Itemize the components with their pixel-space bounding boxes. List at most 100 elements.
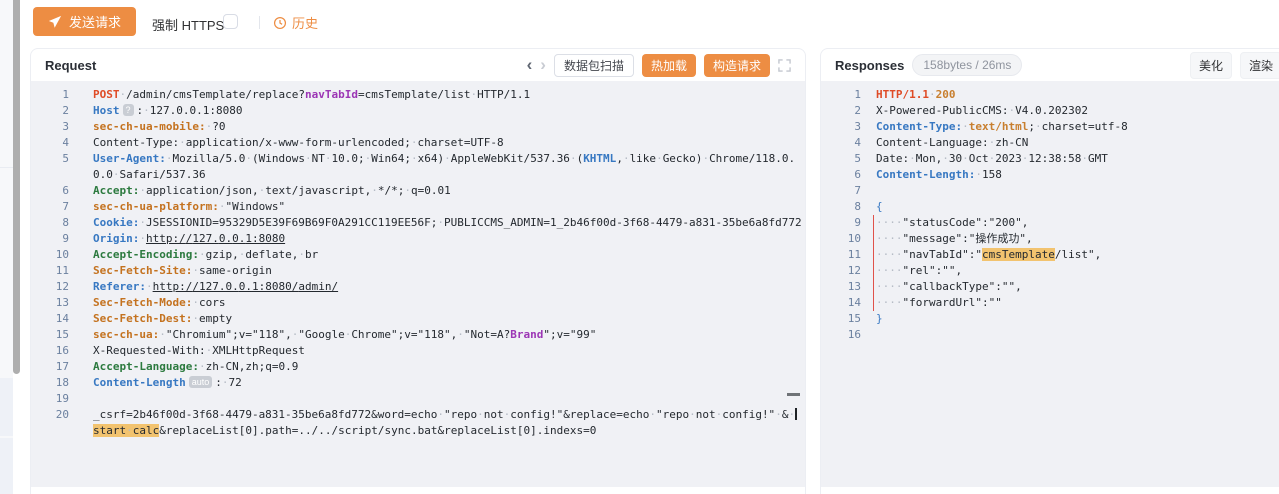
line-content: ····"forwardUrl":"" (876, 295, 1279, 311)
request-panel: Request ‹ › 数据包扫描 热加载 构造请求 1POST·/admin/… (30, 48, 806, 494)
whitespace-dot: · (775, 408, 782, 421)
line-content: Content-Lengthauto:·72 (93, 375, 802, 391)
line-number: 1 (31, 87, 69, 103)
line-content: Sec-Fetch-Site:·same-origin (93, 263, 802, 279)
response-line-15: 15} (821, 311, 1279, 327)
whitespace-dot: · (570, 152, 577, 165)
line-number: 15 (31, 327, 69, 343)
line-number: 11 (821, 247, 861, 263)
whitespace-dot: · (292, 328, 299, 341)
whitespace-dot: · (889, 264, 896, 277)
line-content: HTTP/1.1·200 (876, 87, 1279, 103)
response-panel: Responses 158bytes / 26ms 美化 渲染 1HTTP/1.… (820, 48, 1279, 494)
request-line-20: 20_csrf=2b46f00d-3f68-4479-a831-35be6a8f… (31, 407, 805, 439)
build-request-button[interactable]: 构造请求 (704, 54, 770, 77)
line-content: ····"message":"操作成功", (876, 231, 1279, 247)
whitespace-dot: · (649, 408, 656, 421)
request-line-19: 19 (31, 391, 805, 407)
whitespace-dot: · (411, 152, 418, 165)
packet-scan-button[interactable]: 数据包扫描 (554, 54, 634, 77)
request-line-16: 16X-Requested-With:·XMLHttpRequest (31, 343, 805, 359)
response-line-7: 7 (821, 183, 1279, 199)
code-segment: sec-ch-ua-mobile: (93, 120, 206, 133)
sidebar-scrollbar[interactable] (13, 0, 20, 374)
line-content: sec-ch-ua-platform:·"Windows" (93, 199, 802, 215)
fullscreen-icon[interactable] (778, 59, 791, 72)
toolbar: 发送请求 强制 HTTPS 历史 (30, 0, 1279, 46)
line-number: 19 (31, 391, 69, 407)
send-request-button[interactable]: 发送请求 (33, 7, 136, 36)
whitespace-dot: · (305, 152, 312, 165)
whitespace-dot: · (909, 152, 916, 165)
request-line-11: 11Sec-Fetch-Site:·same-origin (31, 263, 805, 279)
render-button[interactable]: 渲染 (1240, 52, 1279, 79)
code-segment: ·empty (192, 312, 232, 325)
request-line-8: 8Cookie:·JSESSIONID=95329D5E39F69B69F0A2… (31, 215, 805, 231)
inline-badge: ? (123, 104, 134, 116)
line-content: ····"callbackType":"", (876, 279, 1279, 295)
response-panel-header: Responses 158bytes / 26ms 美化 渲染 (821, 49, 1279, 81)
code-segment: · (962, 120, 969, 133)
force-https-checkbox[interactable] (223, 14, 238, 29)
code-segment: :·127.0.0.1:8080 (137, 104, 243, 117)
whitespace-dot: · (477, 408, 484, 421)
response-line-9: 9····"statusCode":"200", (821, 215, 1279, 231)
whitespace-dot: · (989, 136, 996, 149)
line-content: _csrf=2b46f00d-3f68-4479-a831-35be6a8fd7… (93, 407, 802, 439)
response-meta-badge: 158bytes / 26ms (912, 54, 1022, 76)
code-segment: KHTML (583, 152, 616, 165)
whitespace-dot: · (1022, 152, 1029, 165)
line-content: Date:·Mon,·30·Oct·2023·12:38:58·GMT (876, 151, 1279, 167)
request-line-15: 15sec-ch-ua:·"Chromium";v="118",·"Google… (31, 327, 805, 343)
whitespace-dot: · (889, 216, 896, 229)
code-segment: } (876, 312, 883, 325)
line-number: 6 (31, 183, 69, 199)
whitespace-dot: · (896, 248, 903, 261)
code-segment: Referer: (93, 280, 146, 293)
chevron-right-icon[interactable]: › (540, 56, 546, 73)
response-line-16: 16 (821, 327, 1279, 343)
line-content (876, 183, 1279, 199)
whitespace-dot: · (889, 232, 896, 245)
whitespace-dot: · (146, 280, 153, 293)
request-scrollbar-thumb[interactable] (787, 393, 800, 396)
line-number: 10 (31, 247, 69, 263)
code-segment: ····"navTabId":" (876, 248, 982, 261)
whitespace-dot: · (896, 264, 903, 277)
line-content: Content-Type:·application/x-www-form-url… (93, 135, 802, 151)
code-segment: { (876, 200, 883, 213)
request-editor[interactable]: 1POST·/admin/cmsTemplate/replace?navTabI… (31, 81, 805, 487)
code-segment: ·"Windows" (219, 200, 285, 213)
response-editor[interactable]: 1HTTP/1.1·2002X-Powered-PublicCMS:·V4.0.… (821, 81, 1279, 487)
line-number: 9 (31, 231, 69, 247)
chevron-left-icon[interactable]: ‹ (527, 56, 533, 73)
code-segment: 200 (936, 88, 956, 101)
line-content: Cookie:·JSESSIONID=95329D5E39F69B69F0A29… (93, 215, 802, 231)
code-segment: Sec-Fetch-Mode: (93, 296, 192, 309)
whitespace-dot: · (179, 136, 186, 149)
request-line-9: 9Origin:·http://127.0.0.1:8080 (31, 231, 805, 247)
request-line-1: 1POST·/admin/cmsTemplate/replace?navTabI… (31, 87, 805, 103)
whitespace-dot: · (656, 152, 663, 165)
whitespace-dot: · (457, 328, 464, 341)
http-request-tool: { "toolbar": { "send_button": "发送请求", "f… (0, 0, 1279, 494)
history-button[interactable]: 历史 (273, 13, 318, 32)
code-segment: ·zh-CN,zh;q=0.9 (199, 360, 298, 373)
line-content (876, 327, 1279, 343)
line-number: 7 (31, 199, 69, 215)
code-segment: ";v="99" (543, 328, 596, 341)
code-segment: _csrf=2b46f00d-3f68-4479-a831-35be6a8fd7… (93, 408, 795, 421)
line-content: Accept:·application/json,·text/javascrip… (93, 183, 802, 199)
hot-reload-button[interactable]: 热加载 (642, 54, 696, 77)
line-number: 16 (821, 327, 861, 343)
code-segment: · (929, 88, 936, 101)
code-segment: http://127.0.0.1:8080/admin/ (153, 280, 338, 293)
beautify-button[interactable]: 美化 (1190, 52, 1232, 79)
response-line-1: 1HTTP/1.1·200 (821, 87, 1279, 103)
whitespace-dot: · (975, 168, 982, 181)
line-content (93, 391, 802, 407)
code-segment: cmsTemplate (982, 248, 1055, 261)
request-line-12: 12Referer:·http://127.0.0.1:8080/admin/ (31, 279, 805, 295)
code-segment: ·gzip,·deflate,·br (199, 248, 318, 261)
whitespace-dot: · (876, 232, 883, 245)
